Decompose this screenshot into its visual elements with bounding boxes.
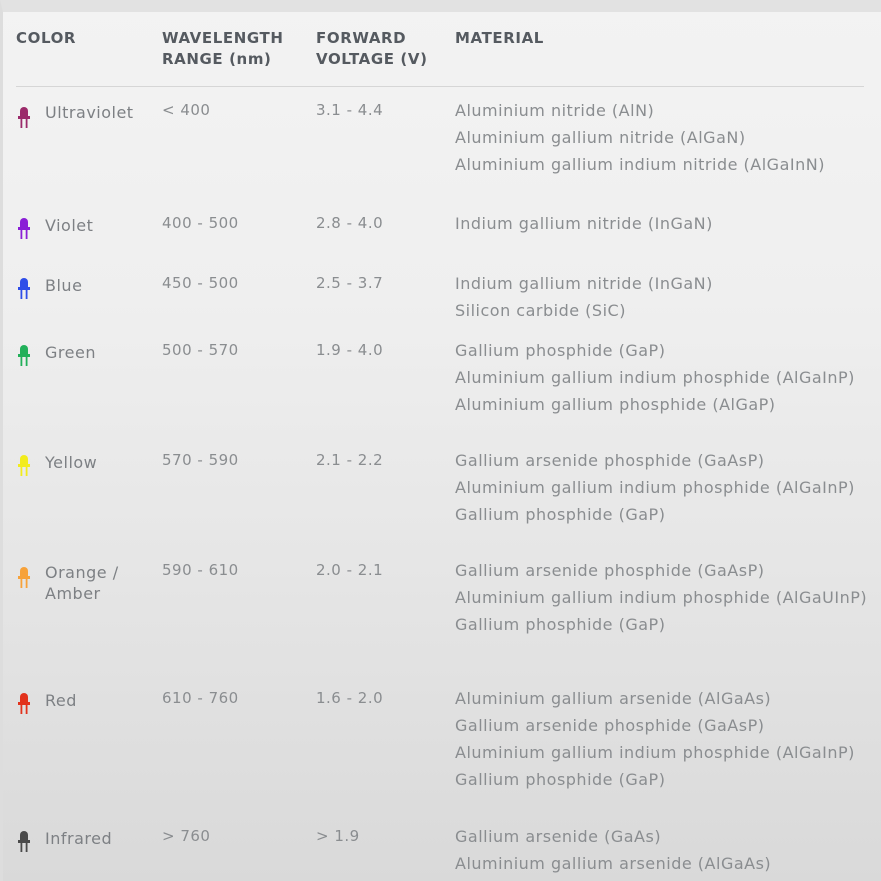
header-color-label: COLOR: [16, 29, 77, 47]
led-icon: [18, 693, 30, 714]
wavelength-range: 400 - 500: [162, 214, 239, 232]
wavelength-range: 610 - 760: [162, 689, 239, 707]
header-wavelength-line2: RANGE (nm): [162, 50, 272, 68]
material-list: Aluminium gallium arsenide (AlGaAs) Galli…: [455, 685, 855, 793]
material-item: Silicon carbide (SiC): [455, 301, 626, 320]
led-icon: [18, 218, 30, 239]
led-icon: [18, 831, 30, 852]
material-item: Aluminium gallium indium phosphide (AlGa…: [455, 478, 855, 497]
material-item: Gallium phosphide (GaP): [455, 615, 666, 634]
forward-voltage: 1.9 - 4.0: [316, 341, 384, 359]
led-icon: [18, 345, 30, 366]
material-item: Aluminium gallium indium phosphide (AlGa…: [455, 743, 855, 762]
forward-voltage: 2.1 - 2.2: [316, 451, 384, 469]
header-voltage-line2: VOLTAGE (V): [316, 50, 428, 68]
material-item: Gallium arsenide phosphide (GaAsP): [455, 716, 765, 735]
material-item: Gallium arsenide phosphide (GaAsP): [455, 561, 765, 580]
material-item: Indium gallium nitride (InGaN): [455, 214, 713, 233]
color-name: Yellow: [45, 453, 98, 472]
color-name: Blue: [45, 276, 83, 295]
color-name: Red: [45, 691, 77, 710]
material-item: Aluminium gallium indium nitride (AlGaIn…: [455, 155, 825, 174]
color-name: Violet: [45, 216, 94, 235]
header-material-label: MATERIAL: [455, 29, 544, 47]
material-list: Gallium arsenide (GaAs) Aluminium gallium…: [455, 823, 771, 877]
material-list: Aluminium nitride (AlN) Aluminium gallium…: [455, 97, 825, 178]
material-list: Gallium arsenide phosphide (GaAsP) Alumin…: [455, 447, 855, 528]
material-item: Gallium phosphide (GaP): [455, 505, 666, 524]
color-name: Green: [45, 343, 96, 362]
table-header: COLOR WAVELENGTH RANGE (nm) FORWARD VOLT…: [0, 28, 881, 88]
wavelength-range: < 400: [162, 101, 211, 119]
material-list: Gallium phosphide (GaP) Aluminium gallium…: [455, 337, 855, 418]
led-icon: [18, 278, 30, 299]
forward-voltage: 2.0 - 2.1: [316, 561, 384, 579]
material-item: Aluminium gallium phosphide (AlGaP): [455, 395, 776, 414]
led-icon: [18, 455, 30, 476]
material-list: Gallium arsenide phosphide (GaAsP) Alumin…: [455, 557, 867, 638]
wavelength-range: 450 - 500: [162, 274, 239, 292]
led-icon: [18, 567, 30, 588]
wavelength-range: > 760: [162, 827, 211, 845]
material-item: Gallium phosphide (GaP): [455, 770, 666, 789]
material-item: Aluminium gallium nitride (AlGaN): [455, 128, 746, 147]
header-voltage: FORWARD VOLTAGE (V): [316, 28, 428, 70]
material-list: Indium gallium nitride (InGaN): [455, 210, 713, 237]
material-item: Gallium arsenide (GaAs): [455, 827, 662, 846]
header-wavelength-line1: WAVELENGTH: [162, 29, 284, 47]
material-item: Indium gallium nitride (InGaN): [455, 274, 713, 293]
color-name: Infrared: [45, 829, 113, 848]
forward-voltage: 2.5 - 3.7: [316, 274, 384, 292]
forward-voltage: 1.6 - 2.0: [316, 689, 384, 707]
material-item: Aluminium gallium arsenide (AlGaAs): [455, 689, 772, 708]
forward-voltage: > 1.9: [316, 827, 360, 845]
header-voltage-line1: FORWARD: [316, 29, 407, 47]
led-icon: [18, 107, 30, 128]
wavelength-range: 570 - 590: [162, 451, 239, 469]
material-item: Aluminium gallium indium phosphide (AlGa…: [455, 368, 855, 387]
forward-voltage: 2.8 - 4.0: [316, 214, 384, 232]
material-item: Gallium arsenide phosphide (GaAsP): [455, 451, 765, 470]
material-item: Gallium phosphide (GaP): [455, 341, 666, 360]
header-divider: [16, 86, 864, 87]
header-color: COLOR: [16, 28, 76, 49]
material-item: Aluminium gallium arsenide (AlGaAs): [455, 854, 772, 873]
color-name: Orange / Amber: [45, 563, 119, 603]
wavelength-range: 500 - 570: [162, 341, 239, 359]
forward-voltage: 3.1 - 4.4: [316, 101, 384, 119]
header-material: MATERIAL: [455, 28, 544, 49]
material-item: Aluminium gallium indium phosphide (AlGa…: [455, 588, 868, 607]
material-item: Aluminium nitride (AlN): [455, 101, 655, 120]
color-name: Ultraviolet: [45, 103, 134, 122]
header-wavelength: WAVELENGTH RANGE (nm): [162, 28, 284, 70]
material-list: Indium gallium nitride (InGaN) Silicon ca…: [455, 270, 713, 324]
wavelength-range: 590 - 610: [162, 561, 239, 579]
